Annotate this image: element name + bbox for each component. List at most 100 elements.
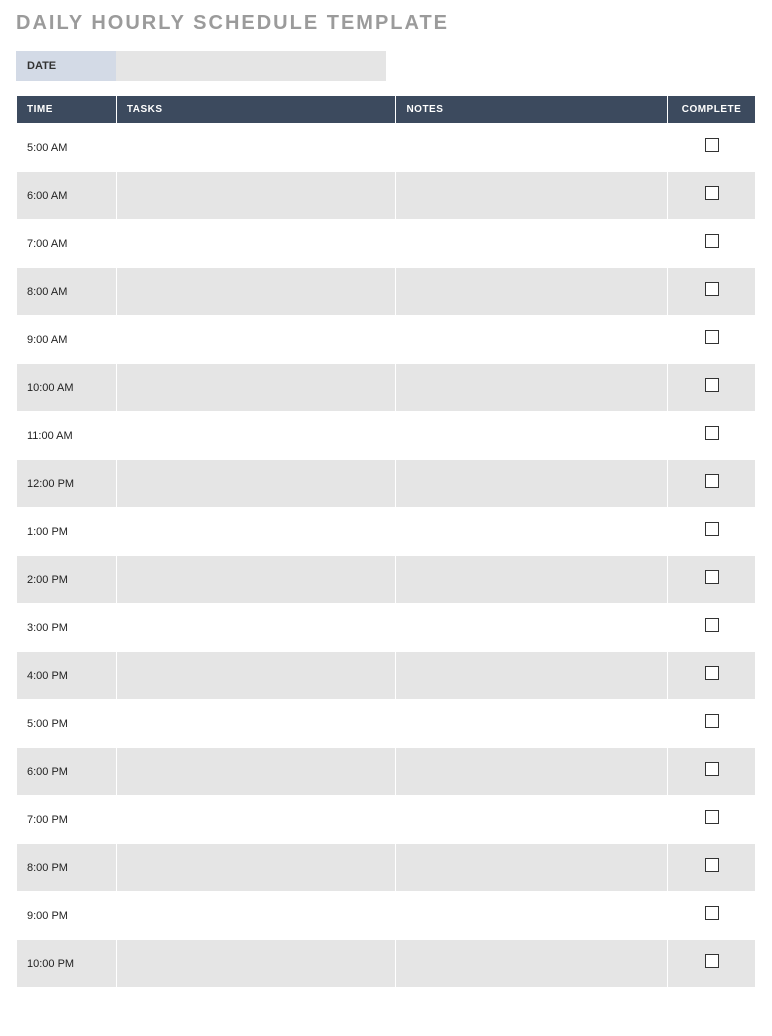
tasks-input[interactable] [117,124,396,171]
notes-input[interactable] [396,508,667,555]
complete-checkbox[interactable] [705,522,719,536]
tasks-input[interactable] [117,604,396,651]
table-row: 4:00 PM [17,652,756,700]
table-row: 7:00 PM [17,796,756,844]
date-input[interactable] [116,51,386,81]
table-row: 10:00 AM [17,364,756,412]
table-row: 7:00 AM [17,220,756,268]
complete-checkbox[interactable] [705,234,719,248]
complete-checkbox[interactable] [705,810,719,824]
notes-input[interactable] [396,700,667,747]
header-notes: NOTES [396,96,668,124]
tasks-input[interactable] [117,316,396,363]
complete-checkbox[interactable] [705,282,719,296]
template-title: DAILY HOURLY SCHEDULE TEMPLATE [16,12,756,35]
notes-input[interactable] [396,124,667,171]
time-cell: 6:00 PM [17,766,116,778]
table-row: 6:00 AM [17,172,756,220]
notes-input[interactable] [396,556,667,603]
table-row: 9:00 PM [17,892,756,940]
notes-input[interactable] [396,364,667,411]
table-row: 5:00 PM [17,700,756,748]
tasks-input[interactable] [117,700,396,747]
notes-input[interactable] [396,172,667,219]
date-row: DATE [16,51,756,81]
time-cell: 10:00 PM [17,958,116,970]
tasks-input[interactable] [117,220,396,267]
time-cell: 11:00 AM [17,430,116,442]
time-cell: 1:00 PM [17,526,116,538]
complete-checkbox[interactable] [705,378,719,392]
table-row: 6:00 PM [17,748,756,796]
tasks-input[interactable] [117,412,396,459]
tasks-input[interactable] [117,268,396,315]
table-row: 11:00 AM [17,412,756,460]
tasks-input[interactable] [117,508,396,555]
tasks-input[interactable] [117,364,396,411]
complete-checkbox[interactable] [705,186,719,200]
header-tasks: TASKS [116,96,396,124]
time-cell: 12:00 PM [17,478,116,490]
notes-input[interactable] [396,220,667,267]
time-cell: 5:00 PM [17,718,116,730]
tasks-input[interactable] [117,892,396,939]
notes-input[interactable] [396,316,667,363]
tasks-input[interactable] [117,556,396,603]
notes-input[interactable] [396,796,667,843]
header-row: TIME TASKS NOTES COMPLETE [17,96,756,124]
table-row: 8:00 PM [17,844,756,892]
time-cell: 2:00 PM [17,574,116,586]
time-cell: 9:00 AM [17,334,116,346]
time-cell: 10:00 AM [17,382,116,394]
time-cell: 7:00 PM [17,814,116,826]
time-cell: 9:00 PM [17,910,116,922]
tasks-input[interactable] [117,652,396,699]
notes-input[interactable] [396,412,667,459]
complete-checkbox[interactable] [705,474,719,488]
notes-input[interactable] [396,268,667,315]
table-row: 2:00 PM [17,556,756,604]
notes-input[interactable] [396,460,667,507]
schedule-table: TIME TASKS NOTES COMPLETE 5:00 AM 6:00 AM… [16,95,756,988]
table-row: 3:00 PM [17,604,756,652]
complete-checkbox[interactable] [705,426,719,440]
table-row: 8:00 AM [17,268,756,316]
notes-input[interactable] [396,748,667,795]
complete-checkbox[interactable] [705,138,719,152]
time-cell: 7:00 AM [17,238,116,250]
table-row: 10:00 PM [17,940,756,988]
notes-input[interactable] [396,892,667,939]
table-row: 1:00 PM [17,508,756,556]
complete-checkbox[interactable] [705,714,719,728]
tasks-input[interactable] [117,460,396,507]
complete-checkbox[interactable] [705,570,719,584]
tasks-input[interactable] [117,940,396,987]
notes-input[interactable] [396,652,667,699]
notes-input[interactable] [396,844,667,891]
complete-checkbox[interactable] [705,618,719,632]
complete-checkbox[interactable] [705,858,719,872]
time-cell: 4:00 PM [17,670,116,682]
date-label: DATE [16,51,116,81]
table-row: 5:00 AM [17,124,756,172]
header-complete: COMPLETE [668,96,756,124]
tasks-input[interactable] [117,844,396,891]
tasks-input[interactable] [117,748,396,795]
tasks-input[interactable] [117,172,396,219]
complete-checkbox[interactable] [705,330,719,344]
notes-input[interactable] [396,604,667,651]
table-row: 9:00 AM [17,316,756,364]
time-cell: 8:00 PM [17,862,116,874]
time-cell: 5:00 AM [17,142,116,154]
table-row: 12:00 PM [17,460,756,508]
complete-checkbox[interactable] [705,906,719,920]
time-cell: 8:00 AM [17,286,116,298]
header-time: TIME [17,96,117,124]
complete-checkbox[interactable] [705,762,719,776]
complete-checkbox[interactable] [705,954,719,968]
complete-checkbox[interactable] [705,666,719,680]
tasks-input[interactable] [117,796,396,843]
time-cell: 3:00 PM [17,622,116,634]
notes-input[interactable] [396,940,667,987]
time-cell: 6:00 AM [17,190,116,202]
